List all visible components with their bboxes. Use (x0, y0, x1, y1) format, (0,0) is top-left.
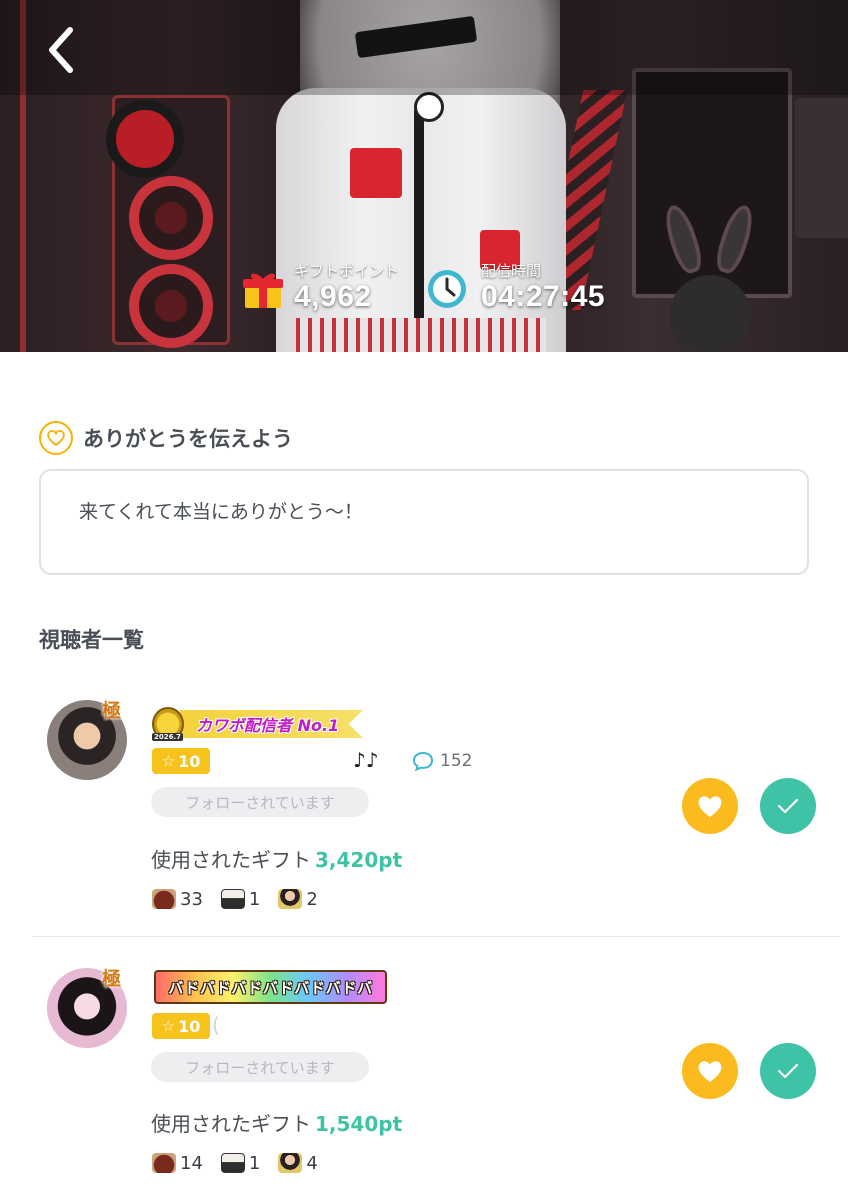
check-icon (777, 1063, 799, 1079)
like-button[interactable] (682, 778, 738, 834)
rank-badge: 極 (102, 700, 122, 722)
gift-item: 2 (278, 888, 318, 910)
gift-points-label: ギフトポイント (294, 262, 400, 280)
hero-headphones (106, 100, 184, 178)
gift-thumbnail-icon (152, 889, 176, 909)
follow-status-badge: フォローされています (151, 1052, 369, 1082)
level-value: 10 (178, 1016, 201, 1036)
gift-summary: 使用されたギフト 3,420pt (151, 844, 402, 873)
gift-item-count: 1 (248, 1152, 261, 1174)
gift-thumbnail-icon (220, 889, 245, 909)
hero-character-skirt (296, 318, 546, 352)
heart-outline-icon (39, 421, 73, 455)
title-banner: 2026.7 カワボ配信者 No.1 (152, 707, 364, 741)
check-button[interactable] (760, 1043, 816, 1099)
gift-thumbnail-icon (152, 1153, 176, 1173)
gift-item: 33 (152, 889, 203, 910)
level-badge: ☆ 10 (152, 748, 210, 774)
title-banner-ribbon: カワボ配信者 No.1 (180, 710, 364, 738)
gift-points-value: 4,962 (294, 280, 372, 313)
thanks-title: ありがとうを伝えよう (83, 427, 293, 451)
title-banner-text: バドバドバドバドバドバドバ (168, 978, 373, 997)
hero-keyboard (795, 98, 848, 238)
chevron-left-icon (49, 27, 73, 73)
check-icon (777, 798, 799, 814)
divider (32, 936, 840, 937)
comment-count: 152 (412, 748, 472, 774)
gift-thumbnail-icon (278, 889, 303, 909)
gift-thumbnail-icon (220, 1153, 245, 1173)
title-banner-text: カワボ配信者 No.1 (196, 716, 340, 735)
gift-item-count: 14 (180, 1152, 203, 1174)
stream-time-label: 配信時間 (481, 262, 542, 280)
gift-item: 14 (152, 1153, 203, 1174)
thanks-message-input[interactable]: 来てくれて本当にありがとう〜！ (39, 469, 809, 575)
follow-status-badge: フォローされています (151, 787, 369, 817)
gift-item-count: 33 (180, 888, 203, 910)
gift-summary: 使用されたギフト 1,540pt (151, 1108, 402, 1137)
level-value: 10 (178, 751, 201, 771)
hero-bunny-plush (659, 201, 760, 352)
gift-amount: 1,540pt (315, 1112, 403, 1136)
title-banner: バドバドバドバドバドバドバ (154, 970, 387, 1004)
gift-item-count: 4 (306, 1152, 318, 1174)
thanks-heading: ありがとうを伝えよう (39, 420, 293, 456)
star-icon: ☆ (161, 752, 176, 770)
level-badge: ☆ 10 (152, 1013, 210, 1039)
rank-badge: 極 (102, 968, 122, 990)
check-button[interactable] (760, 778, 816, 834)
gift-item: 4 (278, 1152, 318, 1174)
comment-icon (412, 751, 434, 771)
like-button[interactable] (682, 1043, 738, 1099)
stream-hero-image: ギフトポイント 4,962 配信時間 04:27:45 (0, 0, 848, 352)
medal-icon: 2026.7 (152, 707, 184, 741)
viewer-row: 極 バドバドバドバドバドバドバ ☆ 10 ( フォローされています 使用されたギ… (0, 958, 848, 1199)
back-button[interactable] (36, 22, 86, 78)
heart-icon (698, 1061, 722, 1082)
music-note-icon: ♪♪ (353, 748, 379, 772)
viewer-row: 極 2026.7 カワボ配信者 No.1 ☆ 10 ♪♪ 152 フォローされて… (0, 690, 848, 934)
gift-icon (243, 273, 283, 308)
gift-item: 1 (220, 888, 261, 910)
hero-character-badge (414, 92, 444, 122)
star-icon: ☆ (161, 1017, 176, 1035)
gift-thumbnail-icon (278, 1153, 303, 1173)
viewers-list-title: 視聴者一覧 (39, 628, 144, 652)
heart-icon (698, 796, 722, 817)
viewer-name-decoration: ( (212, 1013, 220, 1037)
gift-summary-label: 使用されたギフト (151, 848, 311, 872)
gift-items: 33 1 2 (152, 886, 336, 912)
hero-fan (129, 264, 213, 348)
clock-icon (428, 270, 466, 308)
hero-character-patch (350, 148, 402, 198)
stream-time-value: 04:27:45 (481, 280, 606, 313)
viewer-name-fade (210, 748, 370, 774)
gift-item-count: 2 (306, 888, 318, 910)
medal-year: 2026.7 (152, 733, 184, 741)
hero-top-shade (0, 0, 848, 95)
gift-amount: 3,420pt (315, 848, 403, 872)
gift-summary-label: 使用されたギフト (151, 1112, 311, 1136)
hero-character-zipper (414, 110, 424, 352)
hero-fan (129, 176, 213, 260)
gift-items: 14 1 4 (152, 1150, 336, 1176)
gift-item: 1 (220, 1152, 261, 1174)
comment-count-value: 152 (440, 751, 473, 771)
gift-item-count: 1 (248, 888, 261, 910)
